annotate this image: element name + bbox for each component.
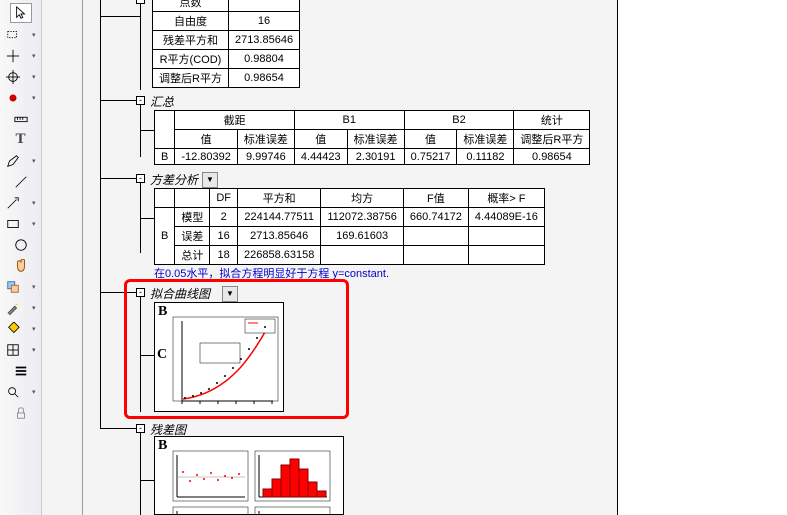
summary-hdr-stats: 统计 [514, 111, 590, 130]
residual-thumbnail[interactable]: B [154, 436, 344, 515]
fit-note: 在0.05水平，拟合方程明显好于方程 y=constant. [154, 265, 389, 281]
text-tool[interactable]: T [11, 130, 31, 149]
row-r2-value: 0.98804 [228, 50, 299, 69]
row-adjr2-label: 调整后R平方 [153, 69, 229, 88]
grid-tool[interactable]: ▾ [3, 340, 39, 359]
summary-h-se2: 标准误差 [347, 130, 404, 149]
target-tool[interactable]: ▾ [3, 67, 39, 86]
record-tool[interactable]: ▾ [3, 88, 39, 107]
summary-row-b: B [155, 149, 175, 165]
zoom-rect-tool[interactable]: ▾ [3, 25, 39, 44]
expand-fitplot[interactable]: - [136, 288, 145, 297]
circle-tool[interactable] [11, 235, 31, 254]
bucket-tool[interactable]: ▾ [3, 319, 39, 338]
row-adjr2-value: 0.98654 [228, 69, 299, 88]
anova-rowgrp: B [155, 208, 175, 265]
line-tool[interactable] [11, 172, 31, 191]
fitplot-dropdown[interactable]: ▼ [222, 286, 238, 302]
anova-h-ms: 均方 [321, 189, 404, 208]
expand-stats[interactable]: - [136, 0, 145, 4]
summary-table: 截距 B1 B2 统计 值 标准误差 值 标准误差 值 标准误差 调整后R平方 … [154, 110, 590, 165]
pointer-tool[interactable] [10, 3, 32, 23]
summary-h-adjr2: 调整后R平方 [514, 130, 590, 149]
fit-curve-thumbnail[interactable]: B C [154, 302, 284, 412]
arrow-line-tool[interactable]: ▾ [3, 193, 39, 212]
row-dof-label: 自由度 [153, 12, 229, 31]
pen-tool[interactable]: ▾ [3, 151, 39, 170]
expand-residplot[interactable]: - [136, 424, 145, 433]
anova-title: 方差分析 [150, 171, 198, 188]
summary-h-se1: 标准误差 [237, 130, 294, 149]
anova-h-p: 概率> F [468, 189, 544, 208]
ruler-tool[interactable] [11, 109, 31, 128]
magic-tool[interactable]: ▾ [3, 298, 39, 317]
left-toolbar: ▾ ▾ ▾ ▾ T ▾ ▾ ▾ ▾ ▾ ▾ ▾ ▾ [0, 0, 42, 515]
zoom-fit-tool[interactable]: ▾ [3, 382, 39, 401]
hand-tool[interactable] [11, 256, 31, 275]
row-dof-value: 16 [228, 12, 299, 31]
workspace-canvas: - 点数 自由度16 残差平方和2713.85646 R平方(COD)0.988… [42, 0, 787, 515]
summary-hdr-b2: B2 [404, 111, 514, 130]
summary-h-val2: 值 [294, 130, 347, 149]
fit-statistics-table: 点数 自由度16 残差平方和2713.85646 R平方(COD)0.98804… [152, 0, 300, 88]
anova-h-ss: 平方和 [238, 189, 321, 208]
row-rss-value: 2713.85646 [228, 31, 299, 50]
row-points-value [228, 0, 299, 12]
summary-h-val3: 值 [404, 130, 457, 149]
row-points-label: 点数 [153, 0, 229, 12]
anova-table: DF 平方和 均方 F值 概率> F B 模型 2 224144.77511 1… [154, 188, 545, 265]
menu-tool[interactable] [11, 361, 31, 380]
summary-hdr-b1: B1 [294, 111, 404, 130]
fitplot-title: 拟合曲线图 [150, 285, 210, 302]
summary-title: 汇总 [150, 93, 174, 110]
rect-tool[interactable]: ▾ [3, 214, 39, 233]
summary-h-se3: 标准误差 [457, 130, 514, 149]
summary-h-val1: 值 [175, 130, 238, 149]
lock-tool[interactable] [11, 403, 31, 422]
anova-h-df: DF [210, 189, 238, 208]
expand-anova[interactable]: - [136, 174, 145, 183]
expand-summary[interactable]: - [136, 96, 145, 105]
summary-hdr-intercept: 截距 [175, 111, 295, 130]
row-r2-label: R平方(COD) [153, 50, 229, 69]
row-rss-label: 残差平方和 [153, 31, 229, 50]
anova-dropdown[interactable]: ▼ [202, 172, 218, 188]
anova-h-f: F值 [403, 189, 468, 208]
crosshair-tool[interactable]: ▾ [3, 46, 39, 65]
layers-tool[interactable]: ▾ [3, 277, 39, 296]
